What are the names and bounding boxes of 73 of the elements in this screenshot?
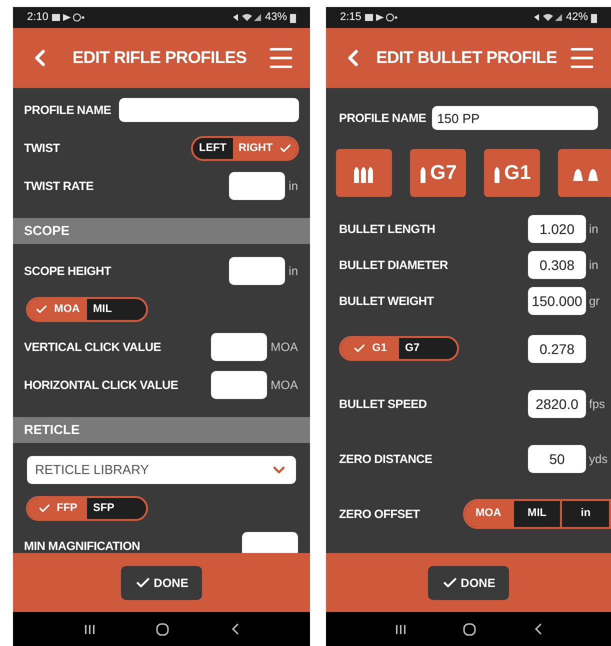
screen-title: EDIT RIFLE PROFILES: [72, 47, 247, 70]
recents-icon[interactable]: [84, 624, 95, 634]
unit-label: in: [288, 178, 298, 195]
done-button[interactable]: DONE: [428, 566, 510, 600]
unit-label: MOA: [270, 377, 298, 394]
bullet-type-button[interactable]: G1: [484, 149, 540, 197]
section-title: SCOPE: [24, 222, 70, 240]
status-time: 2:15: [340, 10, 362, 26]
battery-percent: 42%: [566, 10, 588, 26]
toggle-option[interactable]: MOA: [28, 298, 87, 320]
bullet-type-button[interactable]: G7: [410, 149, 466, 197]
number-input[interactable]: [228, 257, 285, 285]
field-label: HORIZONTAL CLICK VALUE: [24, 377, 178, 394]
toggle-option[interactable]: G1: [341, 338, 399, 359]
field-label: MIN MAGNIFICATION: [24, 538, 140, 553]
reticle-dropdown[interactable]: RETICLE LIBRARY: [27, 456, 296, 484]
toggle-option[interactable]: FFP: [28, 498, 87, 518]
notification-icons: [364, 13, 398, 22]
unit-label: in: [589, 257, 598, 274]
back-icon[interactable]: [534, 623, 542, 635]
battery-percent: 43%: [264, 10, 287, 26]
check-icon: [353, 342, 366, 355]
check-icon: [38, 502, 51, 514]
number-input[interactable]: [242, 532, 298, 553]
home-icon[interactable]: [463, 622, 476, 636]
field-label: BULLET LENGTH: [339, 221, 436, 238]
home-icon[interactable]: [156, 622, 170, 636]
number-input[interactable]: 0.278: [528, 334, 586, 362]
status-time: 2:10: [27, 10, 48, 26]
field-label: SCOPE HEIGHT: [24, 263, 112, 280]
unit-label: yds: [589, 450, 608, 468]
field-label: ZERO DISTANCE: [339, 450, 432, 468]
screen-title: EDIT BULLET PROFILE: [376, 47, 557, 70]
number-input[interactable]: [210, 333, 267, 361]
recents-icon[interactable]: [394, 624, 406, 634]
number-input[interactable]: 0.308: [528, 251, 586, 279]
unit-label: gr: [589, 293, 600, 310]
number-input[interactable]: [210, 371, 267, 399]
field-label: ZERO OFFSET: [339, 506, 420, 522]
signal-icons: [232, 13, 262, 22]
section-title: RETICLE: [24, 421, 80, 440]
bullet-type-button[interactable]: [336, 149, 392, 197]
toggle-option[interactable]: RIGHT: [232, 138, 297, 158]
battery-icon: [290, 12, 296, 22]
check-icon: [35, 302, 48, 316]
done-button[interactable]: DONE: [120, 566, 202, 600]
segment-option[interactable]: MOA: [465, 500, 512, 526]
field-label: TWIST RATE: [24, 178, 94, 195]
bullet-type-button[interactable]: [558, 149, 611, 197]
unit-label: MOA: [270, 339, 298, 356]
text-input[interactable]: [119, 98, 299, 122]
number-input[interactable]: 2820.0: [528, 390, 586, 418]
number-input[interactable]: 50: [528, 444, 586, 472]
unit-label: in: [288, 263, 298, 280]
number-input[interactable]: 150.000: [528, 287, 586, 315]
signal-icons: [532, 13, 563, 22]
field-label: BULLET SPEED: [339, 396, 427, 412]
unit-label: fps: [589, 396, 606, 412]
number-input[interactable]: 1.020: [528, 215, 586, 243]
field-label: PROFILE NAME: [339, 110, 426, 127]
field-label: VERTICAL CLICK VALUE: [24, 339, 161, 356]
battery-icon: [591, 12, 597, 22]
unit-label: in: [589, 221, 598, 238]
text-input[interactable]: 150 PP: [432, 106, 598, 130]
field-label: TWIST: [24, 140, 60, 157]
back-icon[interactable]: [231, 623, 240, 635]
field-label: BULLET DIAMETER: [339, 257, 448, 274]
check-icon: [278, 142, 292, 154]
field-label: BULLET WEIGHT: [339, 293, 434, 310]
notification-icons: [51, 13, 86, 22]
segment-option[interactable]: MIL: [512, 500, 560, 526]
number-input[interactable]: [228, 172, 285, 200]
field-label: PROFILE NAME: [24, 102, 112, 119]
